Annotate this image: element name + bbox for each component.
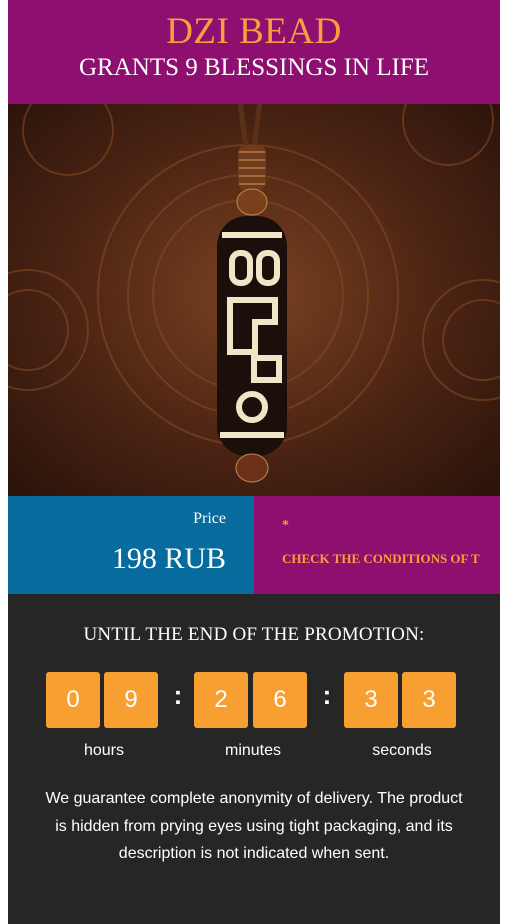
price-value: 198 RUB [111, 542, 226, 575]
countdown-minutes-tens: 2 [194, 672, 248, 728]
price-panel: Price 198 RUB [8, 496, 254, 594]
page-subtitle: GRANTS 9 BLESSINGS IN LIFE [78, 54, 430, 81]
countdown-minutes-ones: 6 [253, 672, 307, 728]
promotion-section: UNTIL THE END OF THE PROMOTION: 0 9 : 2 … [8, 594, 500, 924]
hours-label: hours [83, 742, 125, 759]
countdown-seconds-tens: 3 [344, 672, 398, 728]
anonymity-guarantee-text: We guarantee complete anonymity of deliv… [45, 790, 463, 862]
price-label: Price [193, 510, 226, 527]
page-right-margin [500, 0, 517, 924]
seconds-label: seconds [372, 742, 432, 759]
product-hero-image [8, 90, 500, 496]
page-title: DZI BEAD [166, 11, 342, 52]
content-column: DZI BEAD GRANTS 9 BLESSINGS IN LIFE Pric… [8, 0, 500, 924]
conditions-link[interactable]: CHECK THE CONDITIONS OF T [282, 551, 480, 567]
conditions-panel[interactable]: * CHECK THE CONDITIONS OF T [254, 496, 500, 594]
asterisk-icon: * [282, 518, 289, 533]
landing-page: DZI BEAD GRANTS 9 BLESSINGS IN LIFE Pric… [0, 0, 517, 924]
promotion-title: UNTIL THE END OF THE PROMOTION: [83, 624, 425, 645]
countdown-hours-ones: 9 [104, 672, 158, 728]
wave-divider [8, 88, 500, 98]
countdown-hours-tens: 0 [46, 672, 100, 728]
countdown-seconds-ones: 3 [402, 672, 456, 728]
countdown-separator: : [322, 680, 332, 710]
minutes-label: minutes [224, 742, 282, 759]
countdown-separator: : [173, 680, 183, 710]
